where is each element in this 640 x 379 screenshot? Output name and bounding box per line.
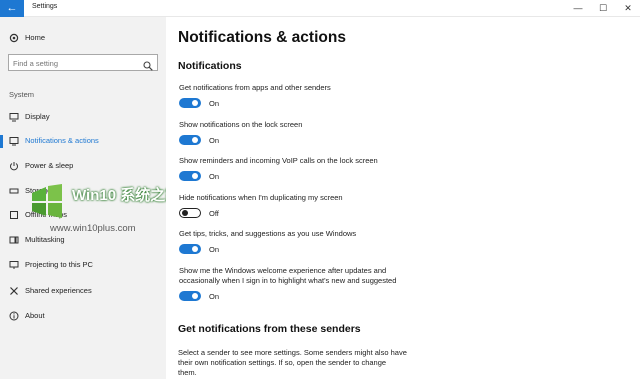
sidebar-item-about[interactable]: About — [0, 308, 166, 326]
sidebar-item-home[interactable]: Home — [0, 30, 166, 48]
toggle-knob — [192, 293, 198, 299]
section-heading-notifications: Notifications — [178, 60, 242, 72]
setting-label: Show reminders and incoming VoIP calls o… — [179, 156, 378, 165]
toggle-switch[interactable] — [179, 98, 201, 108]
sidebar-item-notifications[interactable]: Notifications & actions — [0, 133, 166, 151]
toggle-state: On — [209, 99, 220, 108]
toggle-knob — [192, 173, 198, 179]
toggle-knob — [192, 100, 198, 106]
setting-label: Show notifications on the lock screen — [179, 120, 303, 129]
home-gear-icon — [9, 33, 19, 43]
toggle-state: On — [209, 172, 220, 181]
senders-description-line3: them. — [178, 368, 197, 377]
setting-label-line2: occasionally when I sign in to highlight… — [179, 276, 397, 285]
minimize-button[interactable]: — — [566, 0, 590, 17]
search-icon[interactable] — [143, 58, 153, 71]
close-button[interactable]: ✕ — [616, 0, 640, 17]
title-bar: ← Settings — ☐ ✕ — [0, 0, 640, 17]
multitasking-icon — [9, 235, 19, 245]
maps-icon — [9, 210, 19, 220]
toggle-state: Off — [209, 209, 219, 218]
setting-label-line1: Show me the Windows welcome experience a… — [179, 266, 387, 275]
toggle-state: On — [209, 245, 220, 254]
toggle-switch[interactable] — [179, 291, 201, 301]
sidebar-item-label: Shared experiences — [25, 286, 92, 295]
setting-label: Get notifications from apps and other se… — [179, 83, 331, 92]
search-input[interactable] — [13, 57, 139, 69]
page-title: Notifications & actions — [178, 29, 346, 46]
section-label-system: System — [9, 90, 35, 99]
senders-description-line2: their own notification settings. If so, … — [178, 358, 387, 367]
toggle-knob — [192, 246, 198, 252]
projecting-icon — [9, 260, 19, 270]
power-icon — [9, 161, 19, 171]
toggle-state: On — [209, 292, 220, 301]
back-button[interactable]: ← — [0, 0, 24, 17]
sidebar-item-multitasking[interactable]: Multitasking — [0, 232, 166, 250]
storage-icon — [9, 186, 19, 196]
sidebar-item-power[interactable]: Power & sleep — [0, 158, 166, 176]
maximize-button[interactable]: ☐ — [591, 0, 615, 17]
sidebar-item-label: Display — [25, 112, 50, 121]
info-icon — [9, 311, 19, 321]
sidebar-item-label: Notifications & actions — [25, 136, 99, 145]
toggle-knob — [192, 137, 198, 143]
shared-experiences-icon — [9, 286, 19, 296]
search-field[interactable] — [8, 54, 158, 71]
notifications-icon — [9, 136, 19, 146]
watermark-url: www.win10plus.com — [50, 223, 136, 234]
setting-label: Get tips, tricks, and suggestions as you… — [179, 229, 357, 238]
watermark-title: Win10 系统之家 — [72, 187, 181, 204]
sidebar-item-label: Projecting to this PC — [25, 260, 93, 269]
sidebar-item-shared-experiences[interactable]: Shared experiences — [0, 283, 166, 301]
display-icon — [9, 112, 19, 122]
watermark-logo — [30, 184, 64, 218]
sidebar-item-label: About — [25, 311, 45, 320]
toggle-knob — [182, 210, 188, 216]
section-heading-senders: Get notifications from these senders — [178, 323, 361, 335]
sidebar-item-display[interactable]: Display — [0, 109, 166, 127]
toggle-switch[interactable] — [179, 135, 201, 145]
sidebar-item-projecting[interactable]: Projecting to this PC — [0, 257, 166, 275]
sidebar-item-label: Power & sleep — [25, 161, 74, 170]
back-arrow-icon: ← — [6, 2, 18, 14]
toggle-switch[interactable] — [179, 208, 201, 218]
setting-label: Hide notifications when I'm duplicating … — [179, 193, 343, 202]
sidebar-item-label: Multitasking — [25, 235, 65, 244]
home-label: Home — [25, 33, 46, 42]
toggle-switch[interactable] — [179, 171, 201, 181]
senders-description-line1: Select a sender to see more settings. So… — [178, 348, 407, 357]
main-content: Notifications & actions Notifications Ge… — [166, 17, 640, 379]
toggle-state: On — [209, 136, 220, 145]
sidebar: Home System Display Notifications & acti… — [0, 17, 180, 379]
toggle-switch[interactable] — [179, 244, 201, 254]
window-title: Settings — [32, 3, 58, 10]
